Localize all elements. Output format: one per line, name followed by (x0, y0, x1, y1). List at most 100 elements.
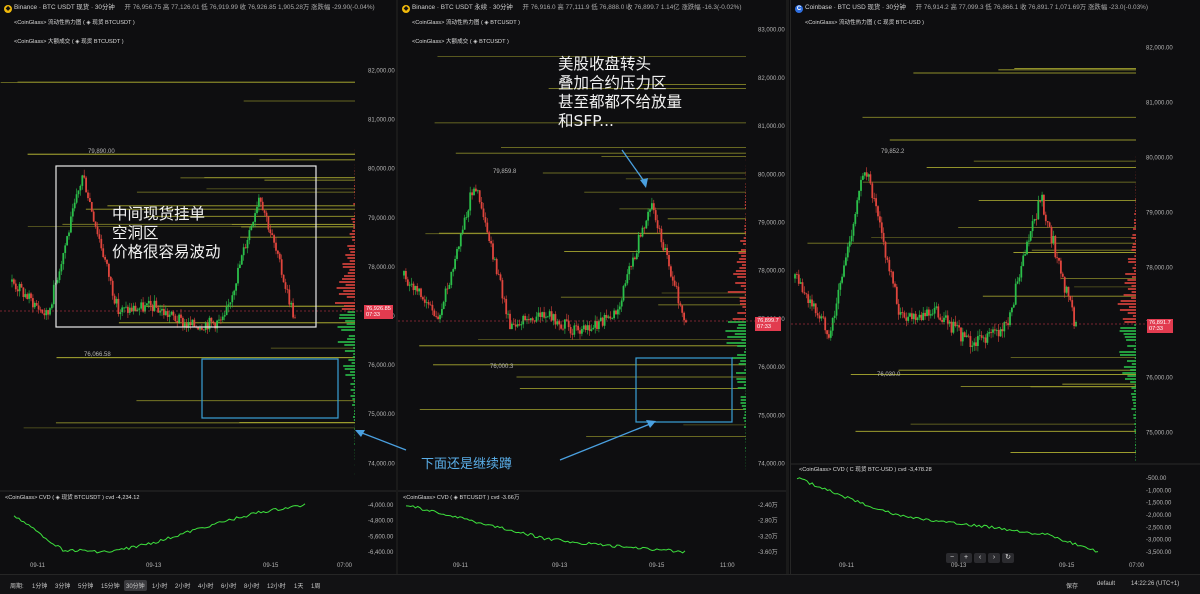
large-trades-indicator-label[interactable]: <CoinGlass> 大额成交 ( ◈ BTCUSDT ) (412, 37, 509, 45)
volume-profile-bar (1135, 201, 1136, 203)
candle-body (826, 330, 828, 335)
volume-profile-bar (1134, 390, 1136, 392)
volume-profile-bar (346, 323, 355, 325)
coinbase-logo-icon: C (795, 5, 803, 13)
cvd-tick-label: -4,800.00 (368, 519, 394, 525)
candle-body (685, 320, 687, 323)
chart-canvas-3[interactable]: 82,000.00 81,000.00 80,000.00 79,000.00 78,0… (791, 0, 1200, 574)
candle-body (643, 227, 646, 229)
interval-3m[interactable]: 3分钟 (55, 581, 70, 590)
candle-body (497, 273, 500, 275)
cvd-indicator-label[interactable]: <CoinGlass> CVD ( C 现货 BTC-USD ) cvd -3,… (799, 465, 932, 473)
candle-body (239, 264, 241, 268)
volume-profile-bar (1135, 198, 1136, 200)
candle-body (431, 304, 434, 311)
chart-panel-coinbase-spot[interactable]: 82,000.00 81,000.00 80,000.00 79,000.00 78,0… (790, 0, 1200, 574)
reset-chart-button[interactable]: ↻ (1002, 553, 1014, 563)
candle-body (918, 314, 921, 318)
volume-profile-bar (743, 237, 746, 239)
interval-15m[interactable]: 15分钟 (101, 581, 120, 590)
volume-profile-bar (1132, 243, 1136, 245)
candle-body (803, 292, 806, 294)
candle-body (18, 283, 21, 292)
scroll-left-button[interactable]: ‹ (974, 553, 986, 563)
candle-body (16, 289, 19, 292)
volume-profile-bar (354, 410, 355, 412)
high-price-label: 79,859.8 (493, 169, 517, 175)
volume-profile-bar (744, 294, 746, 296)
candle-body (980, 335, 983, 338)
volume-profile-bar (1134, 357, 1136, 359)
volume-profile-bar (339, 314, 355, 316)
interval-4h[interactable]: 4小时 (198, 581, 213, 590)
panel-divider[interactable] (786, 0, 789, 574)
candle-body (214, 322, 217, 329)
volume-profile-bar (1119, 309, 1136, 311)
heatmap-indicator-label[interactable]: <CoinGlass> 流动性热力图 ( C 现货 BTC-USD ) (805, 18, 924, 26)
cvd-tick-label: -3,000.00 (1146, 538, 1172, 544)
zoom-in-button[interactable]: + (960, 553, 972, 563)
candle-body (820, 316, 823, 319)
volume-profile-bar (354, 428, 355, 430)
volume-profile-bar (736, 327, 746, 329)
volume-profile-bar (726, 342, 746, 344)
interval-30m[interactable]: 30分钟 (124, 580, 147, 591)
scroll-right-button[interactable]: › (988, 553, 1000, 563)
cvd-indicator-label[interactable]: <CoinGlass> CVD ( ◈ 现货 BTCUSDT ) cvd -4,… (5, 493, 139, 501)
candle-body (924, 312, 926, 317)
interval-6h[interactable]: 6小时 (221, 581, 236, 590)
candle-body (871, 183, 874, 199)
interval-1d[interactable]: 1天 (294, 581, 303, 590)
candle-body (1011, 307, 1013, 313)
interval-8h[interactable]: 8小时 (244, 581, 259, 590)
price-tick-label: 76,000.00 (368, 363, 395, 369)
candle-body (423, 299, 426, 303)
chart-canvas-1[interactable]: 82,000.00 81,000.00 80,000.00 79,000.00 78,0… (0, 0, 397, 574)
annotation-resistance: 美股收盘转头 叠加合约压力区 甚至都都不给放量 和SFP... (558, 55, 683, 130)
chart-panel-binance-spot[interactable]: 82,000.00 81,000.00 80,000.00 79,000.00 78,0… (0, 0, 397, 574)
candle-body (429, 304, 432, 306)
candle-body (286, 288, 289, 290)
candle-body (1003, 322, 1006, 332)
zoom-out-button[interactable]: − (946, 553, 958, 563)
candle-body (522, 315, 525, 325)
cvd-indicator-label[interactable]: <CoinGlass> CVD ( ◈ BTCUSDT ) cvd -3.66万 (403, 493, 519, 501)
candle-body (556, 321, 559, 325)
candle-body (660, 228, 663, 243)
volume-profile-bar (1127, 345, 1136, 347)
candle-body (418, 288, 420, 292)
candle-body (813, 303, 815, 307)
interval-1h[interactable]: 1小时 (152, 581, 167, 590)
candle-body (1022, 255, 1025, 267)
interval-2h[interactable]: 2小时 (175, 581, 190, 590)
volume-profile-bar (1135, 207, 1136, 209)
volume-profile-bar (734, 333, 746, 335)
volume-profile-bar (344, 350, 355, 352)
interval-12h[interactable]: 12小时 (267, 581, 286, 590)
candle-body (157, 307, 160, 313)
candle-body (100, 238, 103, 249)
volume-profile-bar (735, 282, 746, 284)
volume-profile-bar (339, 317, 355, 319)
candle-body (929, 314, 932, 316)
interval-5m[interactable]: 5分钟 (78, 581, 93, 590)
heatmap-indicator-label[interactable]: <CoinGlass> 流动性热力图 ( ◈ 现货 BTCUSDT ) (14, 18, 135, 26)
volume-profile-bar (1133, 405, 1136, 407)
volume-profile-bar (744, 420, 746, 422)
candle-body (628, 266, 631, 275)
candle-body (971, 345, 974, 347)
volume-profile-bar (745, 198, 746, 200)
layout-select[interactable]: default (1097, 581, 1115, 587)
candle-body (294, 317, 296, 319)
volume-profile-bar (737, 381, 746, 383)
save-button[interactable]: 保存 (1066, 581, 1078, 590)
large-trades-indicator-label[interactable]: <CoinGlass> 大额成交 ( ◈ 现货 BTCUSDT ) (14, 37, 124, 45)
interval-1w[interactable]: 1周 (311, 581, 320, 590)
candle-body (897, 303, 900, 315)
candle-body (269, 229, 272, 234)
heatmap-indicator-label[interactable]: <CoinGlass> 流动性热力图 ( ◈ BTCUSDT ) (412, 18, 520, 26)
volume-profile-bar (342, 266, 355, 268)
low-price-label: 76,066.58 (84, 352, 111, 358)
interval-1m[interactable]: 1分钟 (32, 581, 47, 590)
cvd-tick-label: -2,500.00 (1146, 525, 1172, 531)
